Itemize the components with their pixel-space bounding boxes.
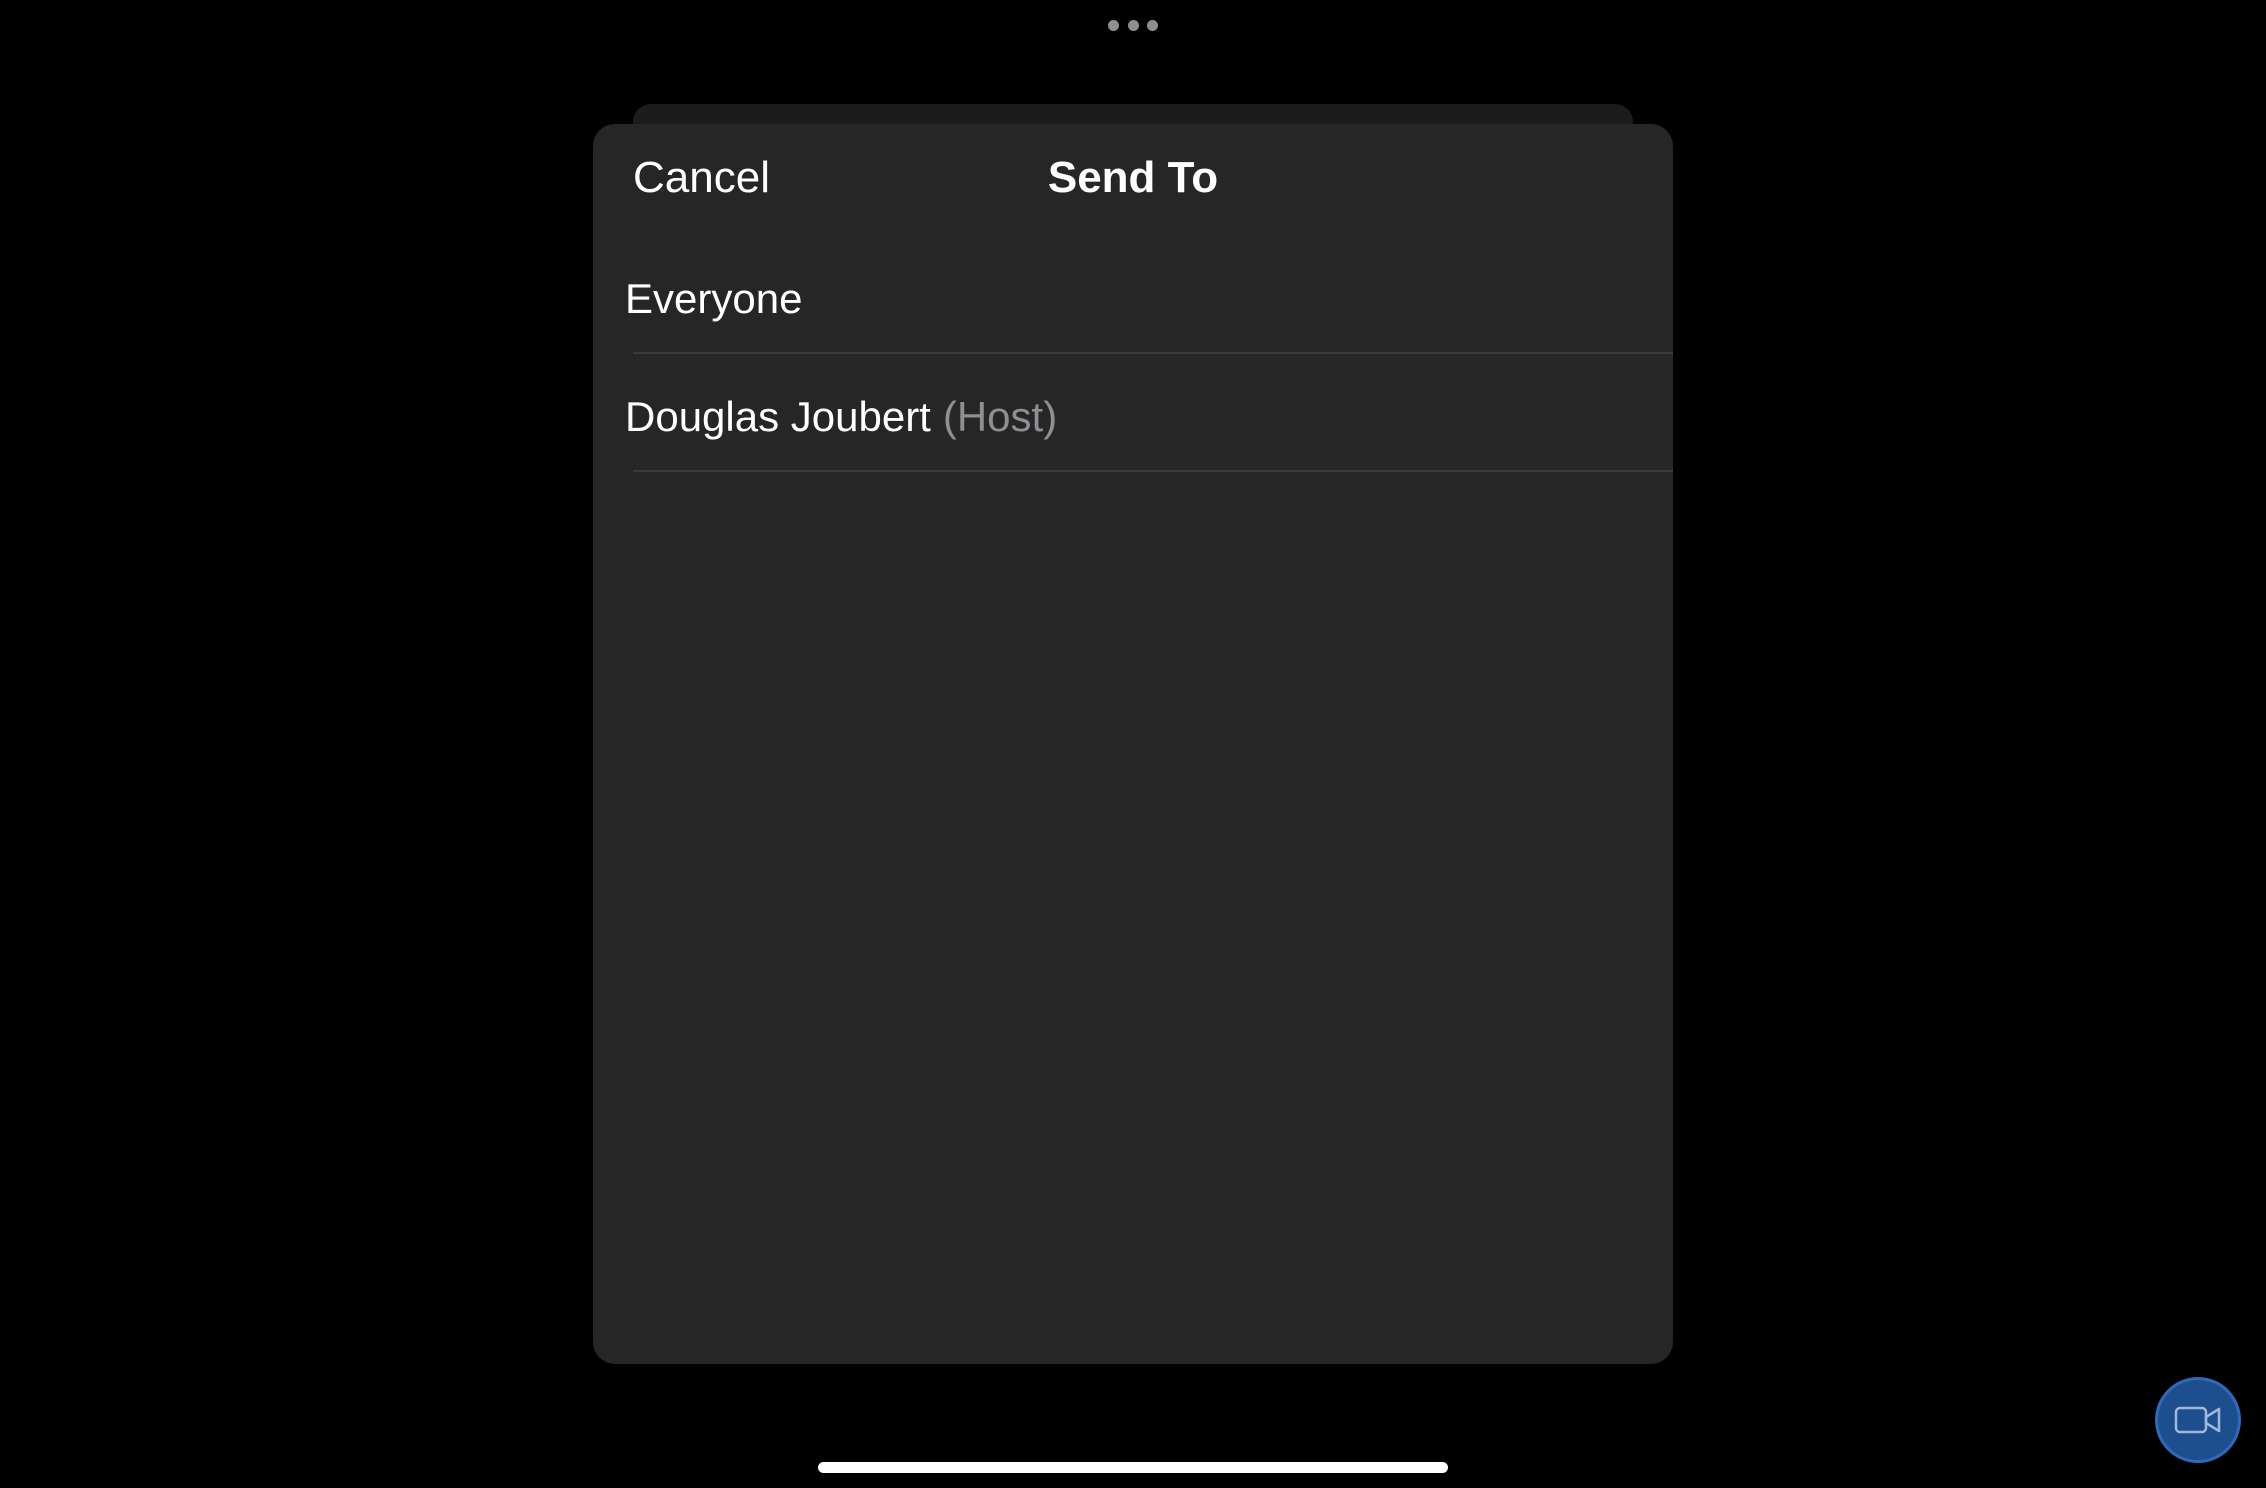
video-camera-icon — [2174, 1406, 2221, 1434]
dot — [1147, 19, 1158, 31]
recipient-name-text: Everyone — [625, 275, 803, 322]
row-divider — [633, 470, 1673, 472]
recipient-name-text: Douglas Joubert — [625, 393, 931, 440]
recipient-name: Douglas Joubert (Host) — [625, 392, 1057, 442]
home-indicator[interactable] — [818, 1462, 1448, 1473]
send-to-sheet: Cancel Send To Everyone Douglas Joubert(… — [593, 124, 1673, 1364]
recipient-name: Everyone — [625, 274, 802, 324]
recipient-row-host[interactable]: Douglas Joubert (Host) — [593, 354, 1673, 472]
recipient-row-everyone[interactable]: Everyone — [593, 236, 1673, 354]
dot — [1127, 19, 1139, 31]
video-camera-button[interactable] — [2155, 1377, 2241, 1463]
screen: Cancel Send To Everyone Douglas Joubert(… — [0, 0, 2266, 1488]
more-dots-icon[interactable] — [1108, 18, 1158, 32]
host-role-tag: (Host) — [942, 393, 1058, 440]
sheet-header: Cancel Send To — [593, 124, 1673, 234]
sheet-title: Send To — [1047, 153, 1219, 202]
dot — [1108, 19, 1119, 31]
